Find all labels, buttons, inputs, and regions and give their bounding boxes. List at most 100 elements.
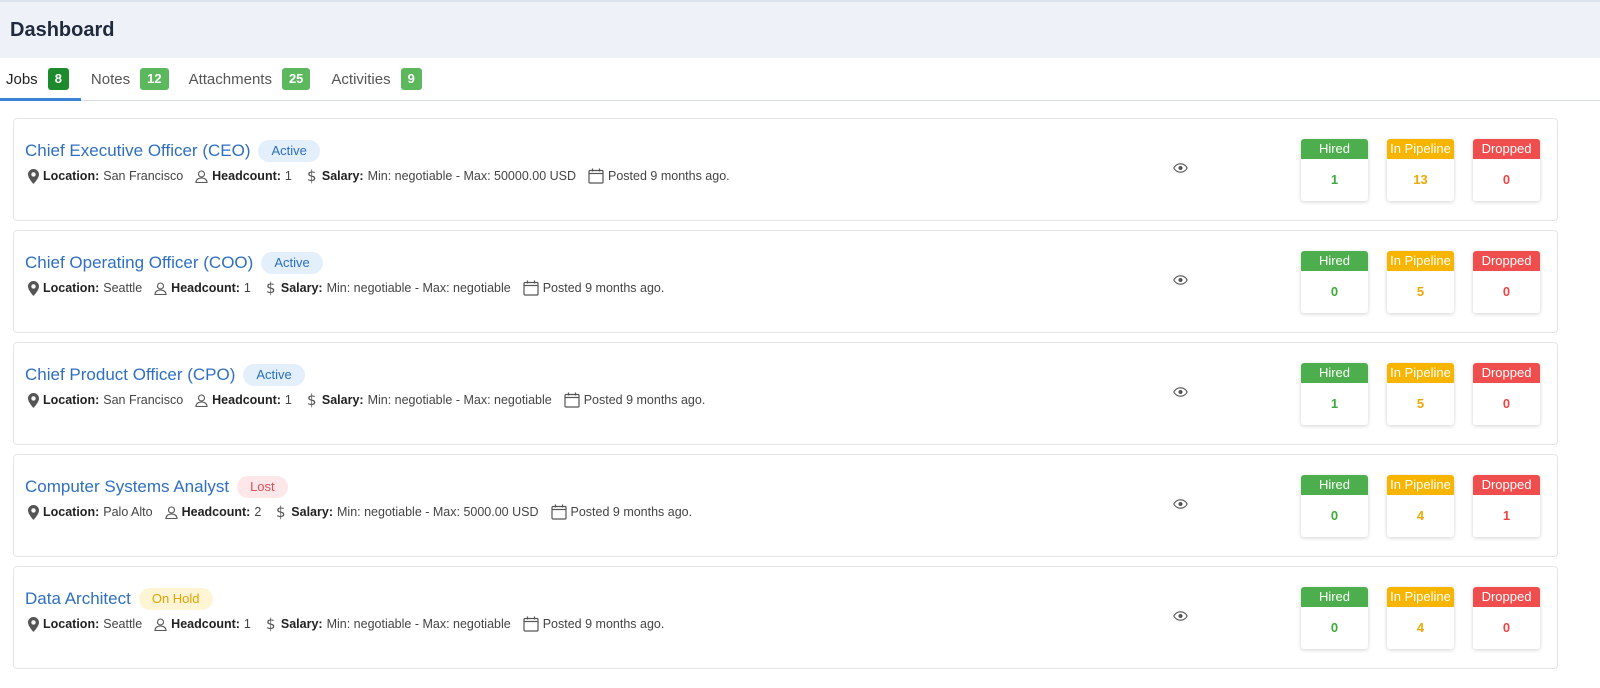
hired-count: 0 bbox=[1330, 284, 1339, 299]
job-status-badge: Lost bbox=[237, 476, 288, 498]
job-posted: Posted 9 months ago. bbox=[550, 504, 693, 520]
tab-notes[interactable]: Notes 12 bbox=[91, 58, 169, 100]
pipeline-label: In Pipeline bbox=[1387, 587, 1454, 607]
job-title-row: Data Architect On Hold bbox=[25, 588, 213, 610]
posted-value: Posted 9 months ago. bbox=[570, 505, 693, 519]
salary-value: Min: negotiable - Max: 5000.00 USD bbox=[337, 505, 539, 519]
user-icon bbox=[195, 393, 208, 407]
salary-label: Salary: bbox=[280, 281, 323, 295]
map-pin-icon bbox=[28, 392, 39, 408]
headcount-value: 1 bbox=[284, 169, 292, 183]
dollar-icon: $ bbox=[304, 168, 318, 184]
headcount-label: Headcount: bbox=[181, 505, 251, 519]
tab-count-badge: 8 bbox=[47, 68, 69, 90]
job-headcount: Headcount: 1 bbox=[195, 393, 292, 407]
dropped-count: 0 bbox=[1502, 284, 1511, 299]
page-title: Dashboard bbox=[10, 18, 115, 41]
dropped-label: Dropped bbox=[1473, 139, 1540, 159]
job-status-badge: Active bbox=[243, 364, 305, 386]
pipeline-count: 5 bbox=[1416, 284, 1425, 299]
salary-label: Salary: bbox=[321, 393, 364, 407]
dropped-label: Dropped bbox=[1473, 363, 1540, 383]
job-title-link[interactable]: Chief Executive Officer (CEO) bbox=[25, 141, 250, 161]
map-pin-icon bbox=[28, 280, 39, 296]
job-meta: Location: San Francisco Headcount: 1 $ S… bbox=[28, 168, 742, 184]
user-icon bbox=[154, 281, 167, 295]
pipeline-label: In Pipeline bbox=[1387, 251, 1454, 271]
headcount-label: Headcount: bbox=[212, 169, 281, 183]
dollar-icon: $ bbox=[273, 504, 287, 520]
job-salary: $ Salary: Min: negotiable - Max: 50000.0… bbox=[304, 168, 576, 184]
eye-icon[interactable] bbox=[1173, 163, 1188, 173]
map-pin-icon bbox=[28, 504, 39, 520]
job-location: Location: Seattle bbox=[28, 280, 142, 296]
location-value: San Francisco bbox=[103, 169, 184, 183]
pipeline-label: In Pipeline bbox=[1387, 475, 1454, 495]
eye-icon[interactable] bbox=[1173, 275, 1188, 285]
dropped-label: Dropped bbox=[1473, 587, 1540, 607]
calendar-icon bbox=[588, 168, 604, 184]
dollar-icon: $ bbox=[263, 280, 277, 296]
eye-icon[interactable] bbox=[1173, 387, 1188, 397]
dropped-count: 1 bbox=[1502, 508, 1511, 523]
job-salary: $ Salary: Min: negotiable - Max: 5000.00… bbox=[273, 504, 538, 520]
salary-value: Min: negotiable - Max: negotiable bbox=[367, 393, 552, 407]
tab-attachments[interactable]: Attachments 25 bbox=[189, 58, 311, 100]
calendar-icon bbox=[523, 616, 539, 632]
pipeline-stat[interactable]: In Pipeline 4 bbox=[1387, 587, 1454, 649]
job-headcount: Headcount: 1 bbox=[154, 617, 251, 631]
headcount-value: 2 bbox=[254, 505, 262, 519]
dropped-stat[interactable]: Dropped 0 bbox=[1473, 363, 1540, 425]
posted-value: Posted 9 months ago. bbox=[608, 169, 730, 183]
user-icon bbox=[165, 505, 178, 519]
hired-stat[interactable]: Hired 0 bbox=[1301, 251, 1368, 313]
pipeline-count: 4 bbox=[1416, 508, 1425, 523]
job-title-link[interactable]: Chief Operating Officer (COO) bbox=[25, 253, 253, 273]
job-posted: Posted 9 months ago. bbox=[523, 616, 664, 632]
dropped-stat[interactable]: Dropped 1 bbox=[1473, 475, 1540, 537]
calendar-icon bbox=[550, 504, 567, 520]
dropped-count: 0 bbox=[1502, 620, 1511, 635]
pipeline-stat[interactable]: In Pipeline 13 bbox=[1387, 139, 1454, 201]
tab-bar: Jobs 8 Notes 12 Attachments 25 Activitie… bbox=[0, 58, 1600, 101]
hired-stat[interactable]: Hired 1 bbox=[1301, 139, 1368, 201]
dropped-label: Dropped bbox=[1473, 251, 1540, 271]
job-salary: $ Salary: Min: negotiable - Max: negotia… bbox=[263, 280, 511, 296]
hired-label: Hired bbox=[1301, 475, 1368, 495]
tab-label: Notes bbox=[90, 70, 131, 88]
job-salary: $ Salary: Min: negotiable - Max: negotia… bbox=[304, 392, 552, 408]
tab-jobs[interactable]: Jobs 8 bbox=[0, 58, 81, 101]
hired-label: Hired bbox=[1301, 587, 1368, 607]
pipeline-stat[interactable]: In Pipeline 5 bbox=[1387, 251, 1454, 313]
job-title-link[interactable]: Data Architect bbox=[25, 589, 131, 609]
job-posted: Posted 9 months ago. bbox=[523, 280, 664, 296]
dropped-count: 0 bbox=[1502, 396, 1511, 411]
hired-stat[interactable]: Hired 0 bbox=[1301, 587, 1368, 649]
dropped-stat[interactable]: Dropped 0 bbox=[1473, 587, 1540, 649]
headcount-label: Headcount: bbox=[212, 393, 281, 407]
headcount-value: 1 bbox=[243, 281, 251, 295]
job-meta: Location: Seattle Headcount: 1 $ Salary:… bbox=[28, 280, 676, 296]
location-label: Location: bbox=[43, 169, 100, 183]
job-title-link[interactable]: Chief Product Officer (CPO) bbox=[25, 365, 235, 385]
svg-text:$: $ bbox=[307, 392, 317, 408]
tab-count-badge: 9 bbox=[400, 68, 422, 90]
hired-stat[interactable]: Hired 1 bbox=[1301, 363, 1368, 425]
job-headcount: Headcount: 2 bbox=[165, 505, 262, 519]
hired-stat[interactable]: Hired 0 bbox=[1301, 475, 1368, 537]
hired-count: 0 bbox=[1330, 620, 1339, 635]
dropped-stat[interactable]: Dropped 0 bbox=[1473, 251, 1540, 313]
tab-label: Attachments bbox=[188, 70, 272, 88]
job-location: Location: Seattle bbox=[28, 616, 142, 632]
dropped-label: Dropped bbox=[1473, 475, 1540, 495]
eye-icon[interactable] bbox=[1173, 611, 1188, 621]
pipeline-stat[interactable]: In Pipeline 4 bbox=[1387, 475, 1454, 537]
job-location: Location: Palo Alto bbox=[28, 504, 153, 520]
dropped-stat[interactable]: Dropped 0 bbox=[1473, 139, 1540, 201]
job-meta: Location: Seattle Headcount: 1 $ Salary:… bbox=[28, 616, 676, 632]
pipeline-stat[interactable]: In Pipeline 5 bbox=[1387, 363, 1454, 425]
tab-activities[interactable]: Activities 9 bbox=[331, 58, 422, 100]
pipeline-count: 5 bbox=[1416, 396, 1425, 411]
eye-icon[interactable] bbox=[1173, 499, 1188, 509]
job-title-link[interactable]: Computer Systems Analyst bbox=[25, 477, 229, 497]
